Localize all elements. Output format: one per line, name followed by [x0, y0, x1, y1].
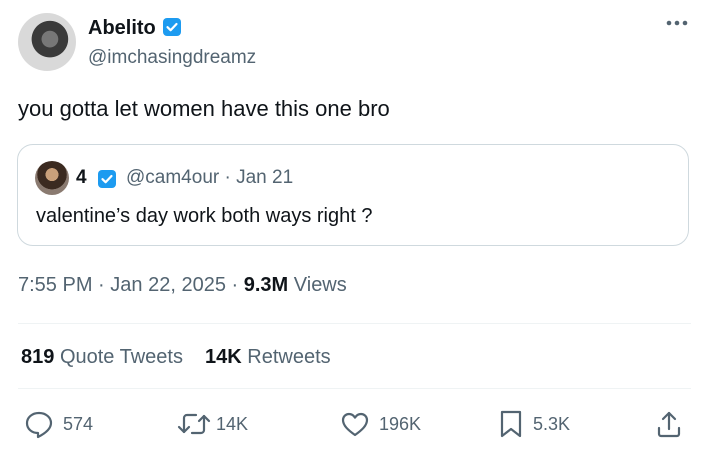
retweet-icon	[177, 413, 211, 435]
quote-tweets-link[interactable]: 819 Quote Tweets	[21, 346, 183, 368]
views-label: Views	[293, 274, 347, 296]
author-avatar[interactable]	[18, 13, 76, 71]
reply-icon	[25, 411, 53, 439]
quoted-meta: @cam4our · Jan 21	[126, 165, 293, 191]
bookmark-icon	[500, 410, 522, 438]
tweet-meta: 7:55 PM · Jan 22, 2025 · 9.3M Views	[18, 271, 347, 299]
bookmark-count: 5.3K	[533, 413, 571, 434]
verified-badge-icon	[162, 18, 181, 36]
engagement-stats: 819 Quote Tweets 14K Retweets	[21, 343, 331, 371]
author-handle[interactable]: @imchasingdreamz	[88, 46, 256, 70]
quoted-tweet-card[interactable]	[17, 144, 689, 246]
like-count: 196K	[379, 413, 422, 434]
quote-tweets-count: 819	[21, 346, 55, 368]
share-icon	[657, 411, 681, 438]
quoted-handle[interactable]: @cam4our	[126, 167, 219, 188]
quoted-verified-badge-icon	[98, 170, 116, 188]
retweet-button[interactable]: 14K	[176, 408, 248, 440]
quoted-author-name[interactable]: 4	[76, 165, 87, 191]
quoted-date[interactable]: Jan 21	[236, 167, 293, 188]
like-icon	[341, 412, 369, 437]
quoted-tweet-text: valentine’s day work both ways right ?	[36, 205, 373, 227]
quote-tweets-label: Quote Tweets	[59, 346, 183, 368]
meta-separator-2: ·	[231, 274, 239, 296]
divider-bottom	[18, 388, 691, 389]
author-name-text[interactable]: Abelito	[88, 17, 156, 39]
bookmark-button[interactable]: 5.3K	[497, 408, 570, 440]
retweet-count: 14K	[216, 413, 249, 434]
author-name[interactable]: Abelito	[88, 16, 182, 40]
views-count: 9.3M	[243, 274, 289, 296]
tweet-text: you gotta let women have this one bro	[18, 96, 390, 121]
quoted-author-avatar[interactable]	[35, 161, 69, 195]
reply-button[interactable]: 574	[23, 408, 93, 440]
divider-top	[18, 323, 691, 324]
tweet-time[interactable]: 7:55 PM	[18, 274, 92, 296]
retweets-count: 14K	[204, 346, 242, 368]
meta-separator: ·	[98, 274, 105, 296]
tweet-date[interactable]: Jan 22, 2025	[110, 274, 226, 296]
reply-count: 574	[63, 413, 94, 434]
more-icon[interactable]	[662, 11, 692, 35]
quoted-separator: ·	[224, 167, 231, 188]
retweets-label: Retweets	[247, 346, 331, 368]
retweets-link[interactable]: 14K Retweets	[205, 346, 331, 368]
like-button[interactable]: 196K	[339, 408, 421, 440]
share-button[interactable]	[654, 408, 684, 440]
